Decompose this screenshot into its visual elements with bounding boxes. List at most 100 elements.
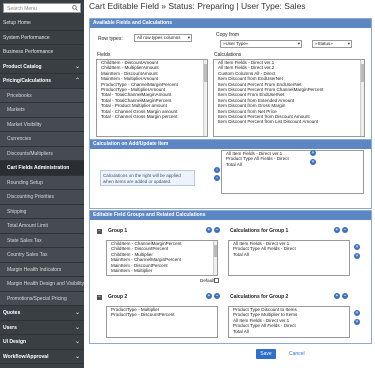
chevron-icon: ⌄ [74,63,80,70]
remove-field-icon[interactable]: − [214,293,220,299]
sidebar-item[interactable]: Margin Health Design and Visibility [0,277,84,292]
sidebar-item[interactable]: Discounting Priorities [0,190,84,205]
sidebar-item[interactable]: Business Performance [0,45,84,60]
sidebar-nav: Setup Home System Performance Business Per… [0,16,84,368]
chevron-icon: ⌄ [74,339,80,345]
search-placeholder: Search Menu [7,6,37,12]
collapse-group-icon[interactable]: − [97,295,102,300]
remove-calculation-icon[interactable]: ‹ [214,175,220,181]
remove-field-icon[interactable]: − [214,227,220,233]
calculation-option[interactable]: Total All [231,329,349,334]
scrollbar[interactable] [360,60,364,136]
sidebar-item-label: System Performance [3,34,50,41]
sidebar-item[interactable]: State Sales Tax [0,233,84,248]
sidebar-item-label: Pricing/Calculations [3,78,52,84]
move-up-icon[interactable]: ˄ [310,150,316,156]
fields-listbox[interactable]: ChildItem - DiscountAmount ChildItem - Mu… [96,59,208,137]
copy-from-select[interactable]: »User Type» ▾ [220,40,302,48]
sidebar-item-label: Promotions/Special Pricing [7,295,67,302]
sidebar-item-label: Discounting Priorities [7,194,54,200]
sidebar-item[interactable]: Rounding Setup [0,175,84,190]
group1-calcs-listbox[interactable]: All Item Fields - Direct ver.1 Product Ty… [228,240,350,276]
remove-calc-icon[interactable]: − [342,293,348,299]
sidebar-item-label: Workflow/Approval [3,353,49,360]
sidebar-item-label: Country Sales Tax [7,252,48,258]
sidebar-item-label: Discounts/Multipliers [7,150,53,157]
calculation-option[interactable]: Total All [231,252,349,257]
sidebar-item-label: Users [3,324,17,331]
sidebar-item[interactable]: Setup Home [0,16,84,31]
move-down-icon[interactable]: ˅ [354,253,360,259]
sidebar-item[interactable]: Quotes ⌄ [0,306,84,321]
move-down-icon[interactable]: ˅ [310,159,316,165]
sidebar-item[interactable]: Discounts/Multipliers [0,146,84,161]
chevron-down-icon: ▾ [187,35,190,40]
field-option[interactable]: ProductType - DiscountPercent [109,312,217,317]
chevron-icon: ⌄ [74,310,80,316]
sidebar-item[interactable]: Country Sales Tax [0,248,84,263]
group2-calcs-listbox[interactable]: Product Type Discount to Items Product Ty… [228,306,350,338]
group2-label: Group 2 [108,294,128,300]
add-calc-icon[interactable]: + [334,293,340,299]
sidebar-item-label: Pricebooks [7,92,32,99]
sidebar-item[interactable]: Total Amount Limit [0,219,84,234]
move-down-icon[interactable]: ˅ [354,319,360,325]
sidebar-item[interactable]: Pricing/Calculations ⌃ [0,74,84,89]
add-field-icon[interactable]: + [206,293,212,299]
sidebar-item[interactable]: Users ⌄ [0,321,84,335]
sidebar-item[interactable]: CRM Integration⌄ [0,364,84,368]
sidebar-item-label: Cart Fields Administration [7,165,70,171]
chevron-icon: ⌄ [75,364,80,368]
sidebar-item[interactable]: Markets [0,103,84,118]
copy-from-value: »User Type» [223,41,249,46]
sidebar-item[interactable]: UI Design ⌄ [0,335,84,350]
sidebar-item-label: Quotes [3,310,21,316]
status-value: »Status» [315,41,333,46]
sidebar-item[interactable]: Workflow/Approval ⌄ [0,350,84,364]
status-select[interactable]: »Status» ▾ [312,40,352,48]
sidebar-item[interactable]: Product Catalog ⌄ [0,60,84,74]
sidebar-item[interactable]: Promotions/Special Pricing [0,291,84,306]
row-types-value: All row types columns [137,35,181,40]
field-option[interactable]: MainItem - Multiplier [109,268,217,273]
sidebar: Search Menu Setup Home System Performance… [0,0,84,368]
calculations-listbox[interactable]: All Item Fields - Direct ver.1 All Item F… [213,59,365,137]
calculation-option[interactable]: Total All [224,162,363,167]
sidebar-item[interactable]: Currencies [0,132,84,147]
sidebar-item[interactable]: Cart Fields Administration [0,161,84,176]
sidebar-item[interactable]: System Performance [0,31,84,45]
sidebar-item[interactable]: Margin Health Indicators [0,262,84,277]
add-field-icon[interactable]: + [206,227,212,233]
chevron-icon: ⌄ [74,324,80,331]
scrollbar[interactable] [203,60,207,136]
add-calculation-icon[interactable]: › [214,167,220,173]
sidebar-item-label: State Sales Tax [7,237,42,244]
fields-label: Fields [97,52,111,58]
group1-fields-listbox[interactable]: ChildItem - ChannelMarginPercent ChildIte… [106,240,218,276]
row-types-select[interactable]: All row types columns ▾ [134,34,192,42]
sidebar-item-label: Market Visibility [7,121,42,128]
collapse-group-icon[interactable]: − [97,229,102,234]
sidebar-item[interactable]: Market Visibility [0,117,84,132]
calc-add-listbox[interactable]: All Item Fields - Direct ver.1 Product Ty… [221,150,364,194]
move-up-icon[interactable]: ˄ [354,244,360,250]
group2-fields-listbox[interactable]: ProductType - Multiplier ProductType - Di… [106,306,218,338]
field-option[interactable]: Total - Channel Gross Margin percent [99,114,207,119]
default-checkbox[interactable] [214,278,219,283]
sidebar-item[interactable]: Pricebooks [0,88,84,103]
add-calc-icon[interactable]: + [334,227,340,233]
search-icon[interactable] [72,5,78,11]
move-up-icon[interactable]: ˄ [354,310,360,316]
scrollbar[interactable] [213,241,217,275]
page-title: Cart Editable Field » Status: Preparing … [89,1,306,11]
row-types-label: Row types: [98,36,123,42]
cancel-button[interactable]: Cancel [289,349,305,359]
calculation-option[interactable]: Item Discount Percent from List Discount… [216,119,364,124]
sidebar-item-label: Rounding Setup [7,179,43,186]
remove-calc-icon[interactable]: − [342,227,348,233]
save-button[interactable]: Save [256,349,276,359]
sidebar-item-label: Product Catalog [3,63,42,70]
chevron-icon: ⌄ [74,353,80,360]
sidebar-item[interactable]: Shipping [0,204,84,219]
search-input[interactable]: Search Menu [3,3,81,13]
